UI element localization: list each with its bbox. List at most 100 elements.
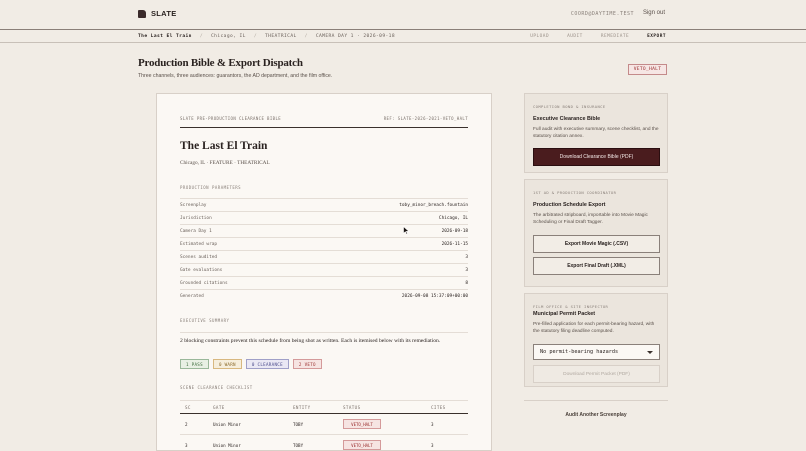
col-entity: ENTITY — [293, 404, 311, 410]
param-row: Screenplay toby_minor_breach.fountain — [180, 198, 468, 211]
breadcrumb-separator: / — [253, 34, 257, 39]
param-value: Chicago, IL — [438, 215, 468, 221]
status-badge: VETO_HALT — [628, 64, 667, 75]
sub-nav: The Last El Train / Chicago, IL / THEATR… — [0, 31, 806, 43]
param-row: Estimated wrap 2026-11-15 — [180, 237, 468, 250]
top-nav: SLATE COORD@DAYTIME.TEST Sign out — [0, 0, 806, 30]
doc-meta: Chicago, IL · FEATURE · THEATRICAL — [180, 160, 270, 166]
page-title: Production Bible & Export Dispatch — [138, 57, 303, 69]
param-row: Grounded citations 8 — [180, 276, 468, 289]
params-table: Screenplay toby_minor_breach.fountain Jur… — [180, 198, 468, 302]
cell-sc: 3 — [185, 442, 188, 448]
cell-cites: 3 — [431, 442, 434, 448]
brand-logo[interactable]: SLATE — [138, 9, 177, 18]
permit-hazard-select[interactable]: No permit-bearing hazards — [533, 344, 660, 360]
cell-cites: 3 — [431, 421, 434, 427]
scene-checklist-table: SC GATE ENTITY STATUS CITES 2 Union Mino… — [180, 400, 468, 451]
param-row: Gate evaluations 3 — [180, 263, 468, 276]
select-value: No permit-bearing hazards — [540, 349, 619, 355]
breadcrumb-format: THEATRICAL — [265, 34, 297, 39]
pass-count-chip: 1 PASS — [180, 359, 209, 369]
param-value: toby_minor_breach.fountain — [399, 202, 468, 208]
doc-header: SLATE PRE-PRODUCTION CLEARANCE BIBLE REF… — [180, 116, 468, 128]
breadcrumb-separator: / — [199, 34, 203, 39]
cell-entity: TOBY — [293, 421, 304, 427]
executive-summary: 2 blocking constraints prevent this sche… — [180, 332, 468, 346]
page-subtitle: Three channels, three audiences: guarant… — [138, 73, 333, 79]
audit-another-link[interactable]: Audit Another Screenplay — [524, 400, 668, 428]
param-row: Camera Day 1 2026-09-18 — [180, 224, 468, 237]
breadcrumb-separator: / — [304, 34, 308, 39]
panel-description: The arbitrated stripboard, importable in… — [533, 213, 648, 225]
status-badge: VETO_HALT — [343, 419, 381, 429]
param-row: Scenes audited 3 — [180, 250, 468, 263]
panel-title: Municipal Permit Packet — [533, 311, 596, 317]
panel-title: Executive Clearance Bible — [533, 116, 601, 122]
table-row: 3 Union Minor TOBY VETO_HALT 3 — [180, 435, 468, 451]
warn-count-chip: 0 WARN — [212, 359, 242, 369]
param-row: Generated 2026-09-08 15:37:09+00:00 — [180, 289, 468, 302]
cell-gate: Union Minor — [213, 442, 241, 448]
signout-link[interactable]: Sign out — [643, 10, 665, 16]
param-value: 2026-11-15 — [441, 241, 468, 247]
step-export[interactable]: EXPORT — [647, 34, 666, 39]
schedule-export-panel: 1ST AD & PRODUCTION COORDINATOR Producti… — [524, 179, 668, 287]
brand-name: SLATE — [151, 9, 177, 18]
col-gate: GATE — [213, 404, 225, 410]
param-value: 3 — [465, 254, 468, 260]
table-row: 2 Union Minor TOBY VETO_HALT 3 — [180, 414, 468, 435]
param-key: Gate evaluations — [180, 267, 223, 273]
breadcrumb-location: Chicago, IL — [211, 34, 246, 39]
clearance-count-chip: 0 CLEARANCE — [245, 359, 289, 369]
param-key: Scenes audited — [180, 254, 218, 260]
param-value: 2026-09-08 15:37:09+00:00 — [401, 293, 468, 299]
breadcrumb-camera-day: CAMERA DAY 1 · 2026-09-18 — [315, 34, 395, 39]
step-upload[interactable]: UPLOAD — [530, 34, 549, 39]
export-final-draft-button[interactable]: Export Final Draft (.XML) — [533, 257, 660, 275]
param-value: 8 — [465, 280, 468, 286]
download-bible-button[interactable]: Download Clearance Bible (PDF) — [533, 148, 660, 166]
panel-audience-label: COMPLETION BOND & INSURANCE — [533, 104, 606, 109]
param-value: 3 — [465, 267, 468, 273]
panel-description: Full audit with executive summary, scene… — [533, 127, 659, 139]
veto-count-chip: 2 VETO — [292, 359, 322, 369]
clearance-bible-preview: SLATE PRE-PRODUCTION CLEARANCE BIBLE REF… — [156, 93, 492, 451]
cell-sc: 2 — [185, 421, 188, 427]
col-cites: CITES — [431, 404, 446, 410]
panel-audience-label: 1ST AD & PRODUCTION COORDINATOR — [533, 190, 617, 195]
param-key: Estimated wrap — [180, 241, 218, 247]
col-status: STATUS — [343, 404, 361, 410]
panel-title: Production Schedule Export — [533, 202, 606, 208]
permit-export-panel: FILM OFFICE & SITE INSPECTOR Municipal P… — [524, 293, 668, 387]
param-key: Jurisdiction — [180, 215, 212, 221]
doc-title: The Last El Train — [180, 140, 268, 152]
step-audit[interactable]: AUDIT — [567, 34, 583, 39]
panel-audience-label: FILM OFFICE & SITE INSPECTOR — [533, 304, 609, 309]
doc-reference: REF: SLATE-2026-2021-VETO_HALT — [383, 116, 468, 121]
param-row: Jurisdiction Chicago, IL — [180, 211, 468, 224]
cell-gate: Union Minor — [213, 421, 241, 427]
breadcrumb-title: The Last El Train — [138, 34, 192, 39]
checklist-section-label: SCENE CLEARANCE CHECKLIST — [180, 385, 253, 390]
step-remediate[interactable]: REMEDIATE — [601, 34, 629, 39]
table-header: SC GATE ENTITY STATUS CITES — [180, 400, 468, 414]
user-email: COORD@DAYTIME.TEST — [570, 11, 634, 17]
download-permit-button[interactable]: Download Permit Packet (PDF) — [533, 365, 660, 383]
param-value: 2026-09-18 — [441, 228, 468, 234]
breadcrumb: The Last El Train / Chicago, IL / THEATR… — [138, 34, 395, 39]
mouse-cursor-icon — [403, 226, 410, 235]
status-badge: VETO_HALT — [343, 440, 381, 450]
col-sc: SC — [185, 404, 191, 410]
summary-section-label: EXECUTIVE SUMMARY — [180, 318, 230, 323]
verdict-chips: 1 PASS 0 WARN 0 CLEARANCE 2 VETO — [180, 359, 322, 369]
param-key: Grounded citations — [180, 280, 228, 286]
slate-logo-icon — [138, 9, 146, 18]
doc-header-title: SLATE PRE-PRODUCTION CLEARANCE BIBLE — [180, 116, 282, 121]
cell-entity: TOBY — [293, 442, 304, 448]
panel-description: Pre-filled application for each permit-b… — [533, 322, 655, 334]
bible-export-panel: COMPLETION BOND & INSURANCE Executive Cl… — [524, 93, 668, 173]
chevron-down-icon — [647, 350, 653, 354]
param-key: Camera Day 1 — [180, 228, 212, 234]
export-movie-magic-button[interactable]: Export Movie Magic (.CSV) — [533, 235, 660, 253]
param-key: Screenplay — [180, 202, 207, 208]
